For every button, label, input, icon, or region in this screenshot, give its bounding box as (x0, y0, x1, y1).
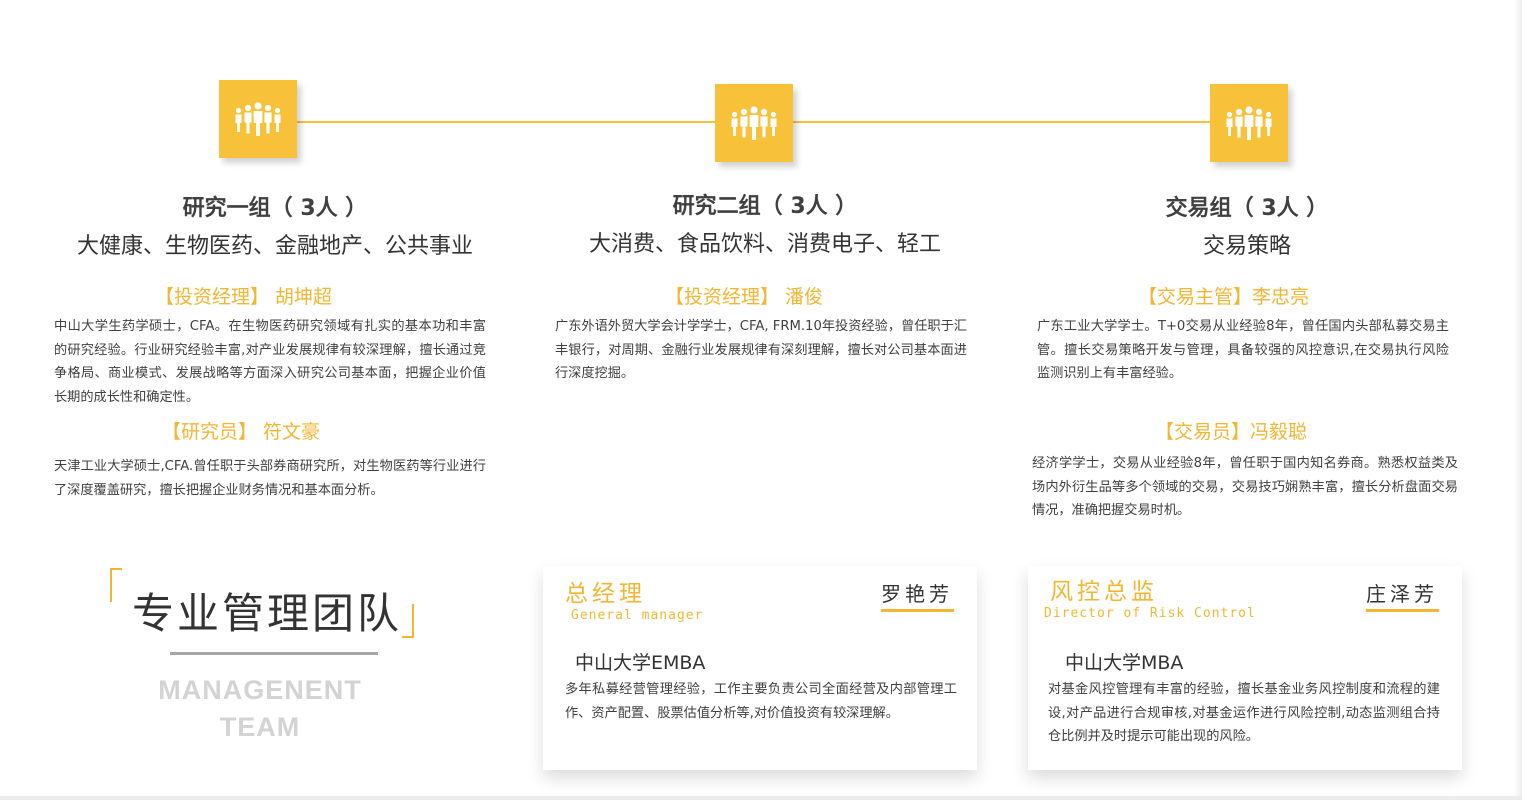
page-bottom-edge (0, 796, 1522, 800)
card-person-name: 罗艳芳 (881, 582, 953, 606)
group-title: 研究一组（ 3人 ） (182, 196, 368, 221)
page-right-edge (1514, 0, 1522, 800)
group-title: 交易组（ 3人 ） (1165, 196, 1329, 221)
member-bio: 广东工业大学学士。T+0交易从业经验8年，曾任国内头部私募交易主管。擅长交易策略… (1037, 319, 1449, 381)
card-title-en: Director of Risk Control (1044, 606, 1256, 621)
card-title: 风控总监 (1050, 579, 1158, 605)
people-group-icon (235, 102, 281, 136)
member-role-trading-head: 【交易主管】李忠亮 (1138, 286, 1310, 308)
section-title: 专业管理团队 (132, 589, 403, 638)
card-title-en: General manager (571, 608, 704, 623)
card-name-underline (881, 609, 954, 612)
member-role-investment-manager: 【投资经理】 胡坤超 (155, 286, 333, 308)
card-bio: 对基金风控管理有丰富的经验，擅长基金业务风控制度和流程的建设,对产品进行合规审核… (1048, 682, 1440, 744)
people-group-icon (1226, 106, 1272, 140)
group-icon-box-1 (219, 80, 297, 158)
bracket-top-left (110, 568, 122, 602)
member-bio: 经济学学士，交易从业经验8年，曾任职于国内知名券商。熟悉权益类及场内外衍生品等多… (1032, 456, 1458, 518)
section-title-underline (170, 652, 378, 655)
group-subtitle: 大健康、生物医药、金融地产、公共事业 (76, 234, 473, 259)
executive-card-general-manager: 总经理 General manager 罗艳芳 中山大学EMBA 多年私募经营管… (543, 566, 977, 770)
people-group-icon (731, 106, 777, 140)
group-header-3: 交易组（ 3人 ） 交易策略 (1012, 190, 1482, 260)
group-header-2: 研究二组（ 3人 ） 大消费、食品饮料、消费电子、轻工 (530, 188, 1000, 258)
card-title: 总经理 (565, 581, 646, 607)
member-bio: 中山大学生药学硕士，CFA。在生物医药研究领域有扎实的基本功和丰富的研究经验。行… (54, 319, 486, 405)
group-subtitle: 大消费、食品饮料、消费电子、轻工 (588, 232, 941, 257)
member-role-trader: 【交易员】冯毅聪 (1155, 421, 1308, 443)
card-degree: 中山大学MBA (1065, 652, 1184, 674)
member-role-investment-manager: 【投资经理】 潘俊 (665, 286, 824, 308)
card-bio: 多年私募经营管理经验，工作主要负责公司全面经营及内部管理工作、资产配置、股票估值… (565, 682, 957, 721)
member-bio: 天津工业大学硕士,CFA.曾任职于头部券商研究所，对生物医药等行业进行了深度覆盖… (54, 459, 486, 498)
card-name-underline (1366, 609, 1439, 612)
card-person-name: 庄泽芳 (1366, 582, 1438, 606)
executive-card-risk-director: 风控总监 Director of Risk Control 庄泽芳 中山大学MB… (1028, 566, 1462, 770)
section-title-en: MANAGENENT TEAM (158, 675, 362, 742)
group-header-1: 研究一组（ 3人 ） 大健康、生物医药、金融地产、公共事业 (40, 190, 510, 260)
card-degree: 中山大学EMBA (575, 652, 706, 674)
group-icon-box-3 (1210, 84, 1288, 162)
group-title: 研究二组（ 3人 ） (672, 194, 858, 219)
member-bio: 广东外语外贸大学会计学学士，CFA, FRM.10年投资经验，曾任职于汇丰银行，… (555, 319, 967, 381)
group-icon-box-2 (715, 84, 793, 162)
member-role-researcher: 【研究员】 符文豪 (162, 421, 321, 443)
bracket-bottom-right (402, 604, 414, 638)
group-subtitle: 交易策略 (1202, 234, 1291, 259)
